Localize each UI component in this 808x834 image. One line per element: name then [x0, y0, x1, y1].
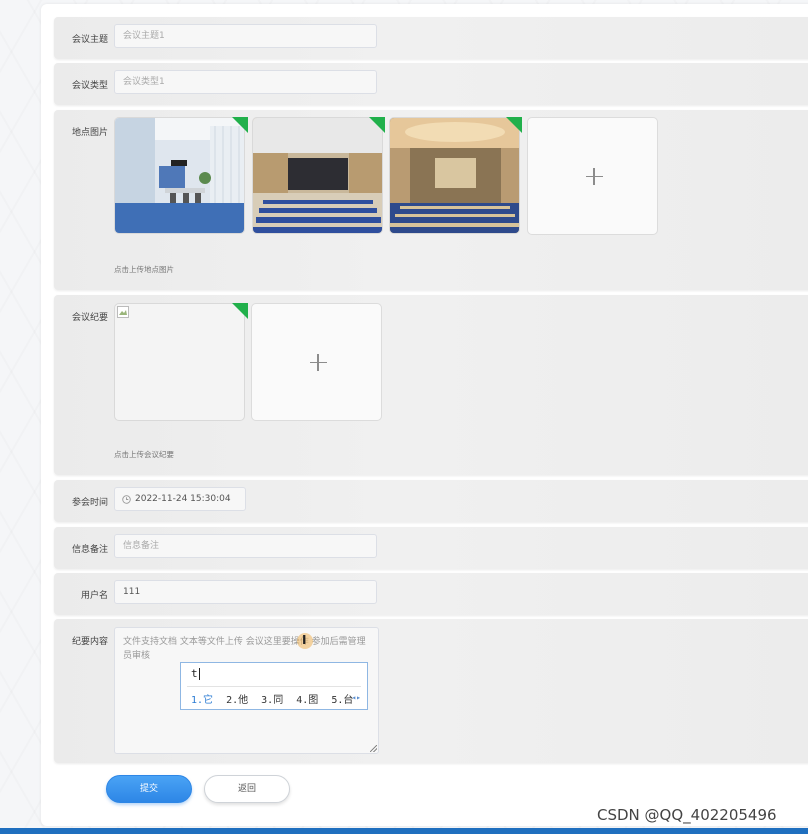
banquet-hall-photo[interactable]: [389, 117, 520, 234]
type-row: 会议类型 会议类型1: [54, 63, 808, 105]
back-button[interactable]: 返回: [204, 775, 290, 803]
upload-success-marker: [369, 117, 385, 133]
submit-button[interactable]: 提交: [106, 775, 192, 803]
username-input[interactable]: 111: [114, 580, 377, 604]
content-placeholder: 文件支持文档 文本等文件上传 会议这里要操作 参加后需管理员审核: [123, 637, 366, 661]
topic-row: 会议主题 会议主题1: [54, 17, 808, 59]
ime-candidates: 1.它 2.他 3.同 4.图 5.台: [191, 691, 360, 706]
minutes-file-thumbnail[interactable]: [114, 303, 245, 421]
minutes-hint: 点击上传会议纪要: [114, 450, 174, 459]
remark-label: 信息备注: [71, 545, 108, 555]
broken-image-icon: [117, 306, 129, 318]
venue-images-hint: 点击上传地点图片: [114, 265, 174, 274]
upload-success-marker: [232, 117, 248, 133]
add-minutes-file-button[interactable]: [251, 303, 382, 421]
ime-composition: t: [191, 667, 200, 680]
text-cursor-icon: [297, 633, 313, 649]
resize-handle[interactable]: [370, 745, 377, 752]
topic-input[interactable]: 会议主题1: [114, 24, 377, 48]
venue-images-label: 地点图片: [71, 128, 108, 138]
username-label: 用户名: [80, 591, 108, 601]
minutes-row: 会议纪要 点击上传会议纪要: [54, 295, 808, 475]
ime-candidate[interactable]: 4.图: [296, 695, 318, 706]
ime-page-arrows-icon[interactable]: ◂▸: [351, 693, 361, 702]
minutes-label: 会议纪要: [71, 313, 108, 323]
plus-icon: [586, 168, 603, 185]
type-label: 会议类型: [71, 81, 108, 91]
ime-candidate[interactable]: 5.台: [331, 695, 353, 706]
ime-candidate[interactable]: 1.它: [191, 695, 213, 706]
meeting-room-photo[interactable]: [114, 117, 245, 234]
attend-time-label: 参会时间: [71, 498, 108, 508]
auditorium-photo[interactable]: [252, 117, 383, 234]
bottom-bar: [0, 828, 808, 834]
attend-time-row: 参会时间 2022-11-24 15:30:04: [54, 480, 808, 522]
remark-row: 信息备注 信息备注: [54, 527, 808, 569]
ime-candidate[interactable]: 2.他: [226, 695, 248, 706]
content-row: 纪要内容 文件支持文档 文本等文件上传 会议这里要操作 参加后需管理员审核: [54, 619, 808, 763]
type-input[interactable]: 会议类型1: [114, 70, 377, 94]
venue-images-row: 地点图片 点击上传地点图片: [54, 110, 808, 290]
topic-label: 会议主题: [71, 35, 108, 45]
remark-input[interactable]: 信息备注: [114, 534, 377, 558]
plus-icon: [310, 354, 327, 371]
username-row: 用户名 111: [54, 573, 808, 615]
ime-candidate-window: t 1.它 2.他 3.同 4.图 5.台 ◂▸: [180, 662, 368, 710]
add-venue-image-button[interactable]: [527, 117, 658, 235]
upload-success-marker: [232, 303, 248, 319]
clock-icon: [122, 495, 131, 504]
content-label: 纪要内容: [71, 637, 108, 647]
attend-time-picker[interactable]: 2022-11-24 15:30:04: [114, 487, 246, 511]
attend-time-value: 2022-11-24 15:30:04: [135, 494, 231, 504]
upload-success-marker: [506, 117, 522, 133]
watermark: CSDN @QQ_402205496: [597, 806, 777, 824]
ime-candidate[interactable]: 3.同: [261, 695, 283, 706]
